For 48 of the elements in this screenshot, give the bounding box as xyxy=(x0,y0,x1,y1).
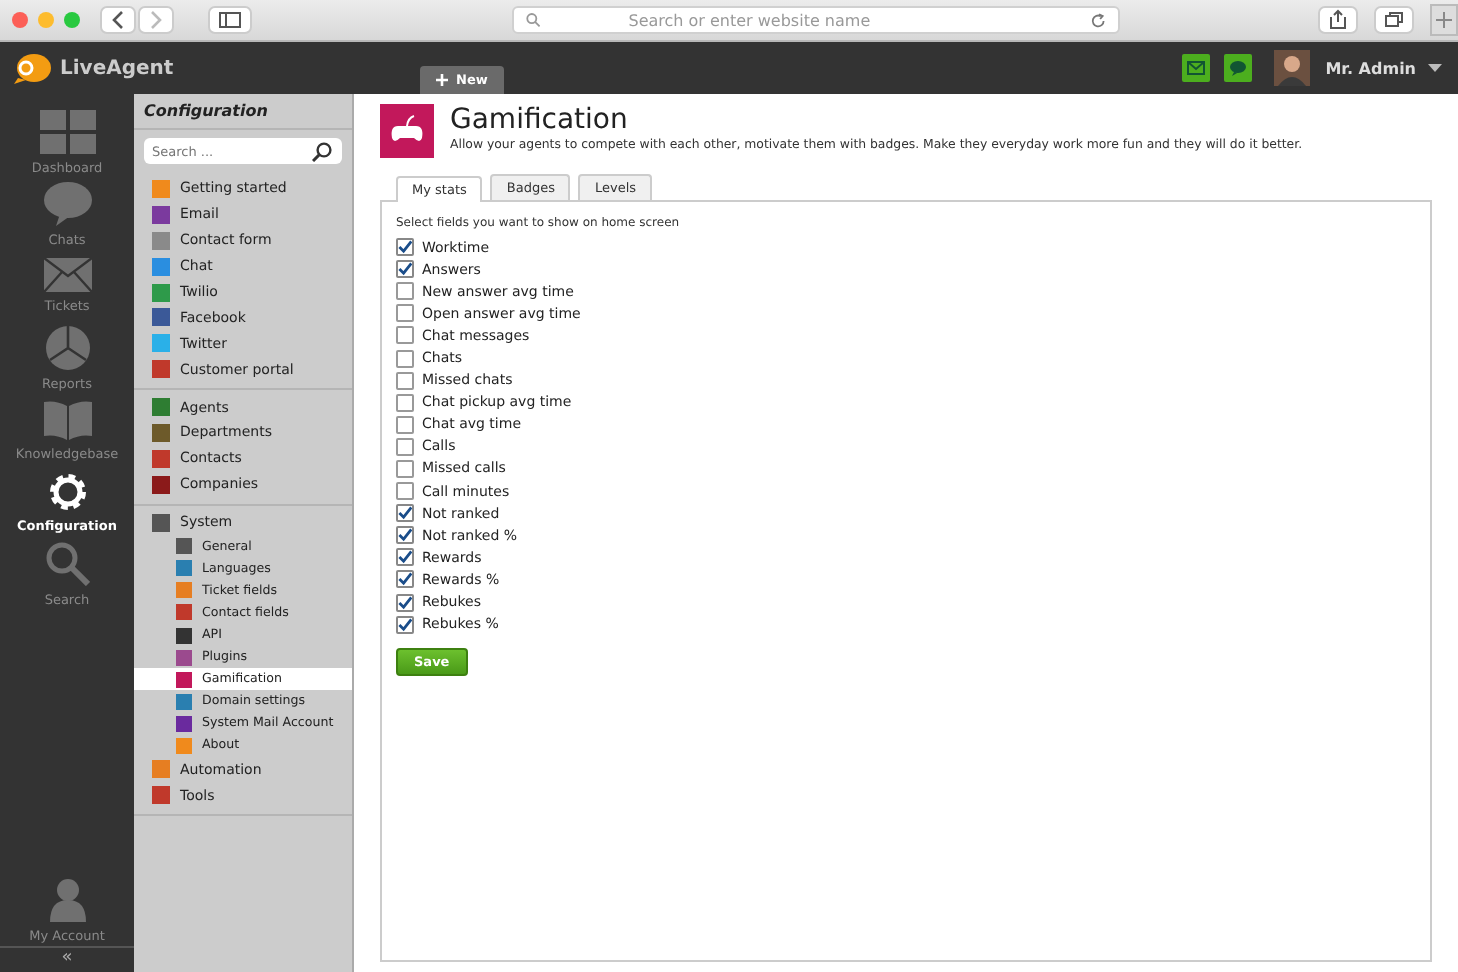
mail-icon[interactable] xyxy=(1181,54,1210,82)
checkbox[interactable] xyxy=(396,238,414,257)
checkbox[interactable] xyxy=(396,415,414,434)
checkbox[interactable] xyxy=(396,304,414,323)
close-window-icon[interactable] xyxy=(12,12,28,28)
grid-icon xyxy=(39,109,95,153)
user-menu[interactable]: Mr. Admin xyxy=(1325,59,1416,77)
checkbox[interactable] xyxy=(396,326,414,345)
plus-icon xyxy=(436,74,448,86)
address-bar[interactable]: Search or enter website name xyxy=(512,6,1120,34)
checkbox[interactable] xyxy=(396,437,414,456)
gamepad-icon xyxy=(380,104,434,158)
checkbox[interactable] xyxy=(396,459,414,478)
logo-text: LiveAgent xyxy=(60,57,174,79)
reload-icon[interactable] xyxy=(1089,11,1106,29)
pie-chart-icon xyxy=(45,325,89,369)
speech-bubble-icon xyxy=(43,181,91,225)
search-icon xyxy=(45,541,89,585)
search-icon[interactable] xyxy=(312,141,332,161)
checkbox[interactable] xyxy=(396,570,414,589)
back-icon[interactable] xyxy=(100,6,136,34)
share-icon[interactable] xyxy=(1318,6,1358,34)
logo-icon xyxy=(12,52,52,84)
caret-icon[interactable] xyxy=(1428,64,1442,72)
envelope-icon xyxy=(43,258,91,292)
checkbox[interactable] xyxy=(396,526,414,545)
search-icon xyxy=(526,12,541,28)
chat-icon[interactable] xyxy=(1223,54,1252,82)
gear-icon xyxy=(47,471,87,511)
page-title: Gamification xyxy=(450,104,630,136)
checkbox[interactable] xyxy=(396,615,414,634)
sidebar-icon[interactable] xyxy=(208,6,252,34)
new-tab-icon[interactable] xyxy=(1430,4,1458,36)
panel-title: Configuration xyxy=(134,102,352,130)
book-icon xyxy=(43,399,91,439)
checkbox[interactable] xyxy=(396,393,414,412)
checkbox[interactable] xyxy=(396,282,414,301)
address-field[interactable]: Search or enter website name xyxy=(548,11,1082,29)
checkbox[interactable] xyxy=(396,260,414,279)
tabs-icon[interactable] xyxy=(1374,6,1414,34)
checkbox[interactable] xyxy=(396,482,414,501)
person-icon xyxy=(49,877,85,921)
checkbox[interactable] xyxy=(396,504,414,523)
checkbox[interactable] xyxy=(396,593,414,612)
checkbox[interactable] xyxy=(396,548,414,567)
checkbox[interactable] xyxy=(396,349,414,368)
avatar-icon[interactable] xyxy=(1273,50,1310,86)
checkbox[interactable] xyxy=(396,371,414,390)
